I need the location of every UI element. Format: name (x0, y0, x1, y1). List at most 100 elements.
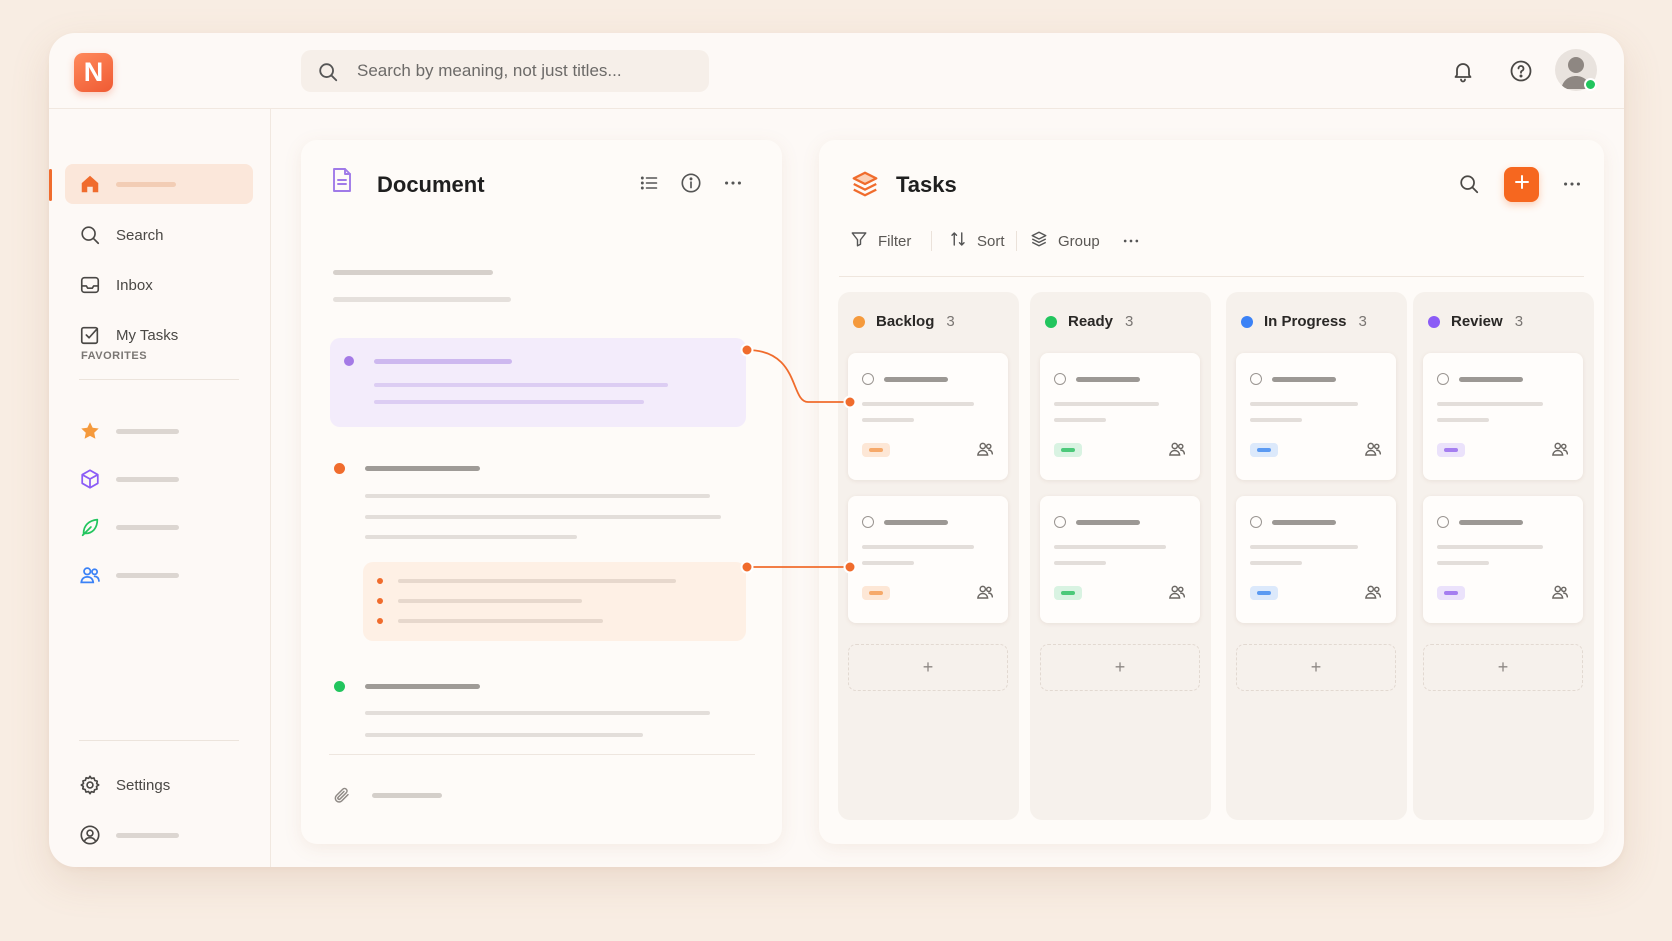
assignees-icon[interactable] (1168, 584, 1186, 605)
assignees-icon[interactable] (976, 441, 994, 462)
filter-icon (850, 230, 868, 252)
favorite-label-placeholder (116, 572, 179, 578)
sidebar-item-inbox[interactable]: Inbox (65, 265, 253, 305)
column-header: Ready 3 (1045, 313, 1133, 330)
column-name: Backlog (876, 313, 935, 330)
online-status-badge (1584, 78, 1597, 91)
list-icon[interactable] (636, 170, 662, 196)
help-icon[interactable] (1506, 56, 1536, 86)
task-card[interactable] (1423, 496, 1583, 623)
task-checkbox[interactable] (1054, 373, 1066, 385)
status-dot (1241, 315, 1253, 328)
status-dot (853, 315, 865, 328)
add-card-button[interactable]: + (848, 644, 1008, 691)
sidebar-item-search[interactable]: Search (65, 215, 253, 255)
linked-block-purple[interactable] (330, 338, 746, 427)
bullet (377, 598, 383, 604)
doc-text-placeholder (374, 359, 512, 364)
notification-bell-icon[interactable] (1448, 56, 1478, 86)
doc-text-placeholder (365, 494, 710, 498)
favorite-item-starred[interactable] (65, 411, 253, 451)
favorite-item-leaf[interactable] (65, 507, 253, 547)
column-count: 3 (1514, 313, 1524, 330)
sidebar-item-my-tasks[interactable]: My Tasks (65, 315, 253, 355)
add-card-button[interactable]: + (1423, 644, 1583, 691)
group-button[interactable]: Group (1030, 229, 1100, 253)
search-input[interactable] (357, 50, 697, 92)
more-options-icon[interactable] (1559, 171, 1585, 197)
search-icon[interactable] (1456, 171, 1482, 197)
task-text-placeholder (862, 545, 974, 549)
task-text-placeholder (1054, 418, 1106, 422)
task-checkbox[interactable] (862, 516, 874, 528)
assignees-icon[interactable] (1551, 441, 1569, 462)
column-name: Review (1451, 313, 1503, 330)
cube-icon (77, 466, 103, 492)
task-card[interactable] (1423, 353, 1583, 480)
task-card[interactable] (848, 496, 1008, 623)
assignees-icon[interactable] (1551, 584, 1569, 605)
task-checkbox[interactable] (1437, 516, 1449, 528)
task-title-placeholder (1459, 520, 1523, 525)
task-title-placeholder (884, 520, 948, 525)
sidebar-item-profile[interactable] (65, 815, 253, 855)
linked-block-orange[interactable] (363, 562, 746, 641)
leaf-icon (77, 514, 103, 540)
task-tag (1437, 443, 1465, 457)
favorite-item-team[interactable] (65, 555, 253, 595)
task-text-placeholder (1437, 418, 1489, 422)
info-icon[interactable] (678, 170, 704, 196)
task-tag (1054, 443, 1082, 457)
assignees-icon[interactable] (976, 584, 994, 605)
search-bar[interactable] (301, 50, 709, 92)
active-indicator (49, 169, 52, 201)
task-card[interactable] (1236, 496, 1396, 623)
kanban-column-backlog: Backlog 3 + (838, 292, 1019, 820)
add-card-button[interactable]: + (1236, 644, 1396, 691)
favorite-label-placeholder (116, 476, 179, 482)
more-options-icon[interactable] (1118, 228, 1144, 254)
task-text-placeholder (1250, 545, 1358, 549)
search-icon (77, 222, 103, 248)
task-card[interactable] (1040, 496, 1200, 623)
toolbar-separator (931, 231, 932, 251)
attachment-name-placeholder (372, 793, 442, 798)
task-card[interactable] (1236, 353, 1396, 480)
document-icon (329, 167, 355, 193)
sidebar-item-settings[interactable]: Settings (65, 765, 253, 805)
app-window: N Search by meaning, not just titles... … (49, 33, 1624, 867)
column-count: 3 (946, 313, 955, 330)
filter-button[interactable]: Filter (850, 229, 911, 253)
doc-text-placeholder (398, 599, 582, 603)
status-dot (1428, 315, 1440, 328)
assignees-icon[interactable] (1364, 441, 1382, 462)
task-checkbox[interactable] (862, 373, 874, 385)
group-label: Group (1058, 232, 1100, 250)
bullet (377, 578, 383, 584)
task-text-placeholder (1437, 561, 1489, 565)
sort-button[interactable]: Sort (949, 229, 1005, 253)
assignees-icon[interactable] (1364, 584, 1382, 605)
task-checkbox[interactable] (1250, 516, 1262, 528)
task-checkbox[interactable] (1250, 373, 1262, 385)
doc-text-placeholder (374, 383, 668, 387)
home-icon (77, 171, 103, 197)
doc-heading-placeholder (365, 684, 480, 689)
task-title-placeholder (1272, 377, 1336, 382)
more-options-icon[interactable] (720, 170, 746, 196)
task-checkbox[interactable] (1437, 373, 1449, 385)
assignees-icon[interactable] (1168, 441, 1186, 462)
doc-text-placeholder (365, 711, 710, 715)
app-logo[interactable]: N (74, 53, 113, 92)
task-card[interactable] (848, 353, 1008, 480)
checkbox-icon (77, 322, 103, 348)
add-task-button[interactable] (1504, 167, 1539, 202)
paperclip-icon[interactable] (329, 782, 355, 808)
sidebar-item-home[interactable] (65, 164, 253, 204)
task-checkbox[interactable] (1054, 516, 1066, 528)
task-card[interactable] (1040, 353, 1200, 480)
add-card-button[interactable]: + (1040, 644, 1200, 691)
kanban-column-review: Review 3 + (1413, 292, 1594, 820)
favorite-item-cube[interactable] (65, 459, 253, 499)
inbox-icon (77, 272, 103, 298)
